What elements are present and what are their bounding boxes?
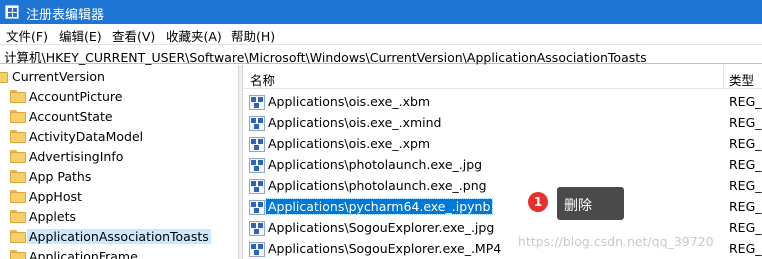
tree-item-label: AppHost — [29, 189, 82, 204]
list-item[interactable]: Applications\ois.exe_.xmind REG_ — [243, 113, 762, 134]
tree-item-applets[interactable]: Applets — [0, 207, 237, 227]
list-item[interactable]: Applications\ois.exe_.xbm REG_ — [243, 92, 762, 113]
folder-open-icon — [0, 70, 8, 83]
folder-icon — [10, 210, 26, 223]
tree-item-label: Applets — [29, 209, 76, 224]
value-name: Applications\ois.exe_.xpm — [268, 136, 431, 151]
tree-item-label: ActivityDataModel — [29, 129, 144, 144]
folder-icon — [10, 150, 26, 163]
tree-item-label: AccountPicture — [29, 89, 123, 104]
list-item[interactable]: Applications\photolaunch.exe_.png REG_ — [243, 176, 762, 197]
delete-tooltip-label: 删除 — [564, 198, 592, 214]
value-type: REG_ — [729, 199, 762, 214]
menu-bar: 文件(F) 编辑(E) 查看(V) 收藏夹(A) 帮助(H) — [0, 24, 762, 44]
list-item[interactable]: Applications\ois.exe_.xpm REG_ — [243, 134, 762, 155]
value-name: Applications\photolaunch.exe_.png — [268, 178, 487, 193]
window-title: 注册表编辑器 — [26, 8, 105, 23]
value-type: REG_ — [729, 220, 762, 235]
registry-value-icon — [249, 221, 265, 236]
menu-view[interactable]: 查看(V) — [112, 26, 155, 45]
value-type: REG_ — [729, 241, 762, 256]
value-name: Applications\SogouExplorer.exe_.MP4 — [268, 241, 502, 256]
watermark: https://blog.csdn.net/qq_39720 — [518, 234, 714, 249]
address-bar[interactable]: 计算机\HKEY_CURRENT_USER\Software\Microsoft… — [0, 44, 762, 66]
list-item-selected[interactable]: Applications\pycharm64.exe_.ipynb REG_ — [243, 197, 762, 218]
folder-icon — [10, 110, 26, 123]
title-bar: 注册表编辑器 — [0, 0, 762, 24]
menu-favorites[interactable]: 收藏夹(A) — [166, 26, 222, 45]
menu-file[interactable]: 文件(F) — [6, 26, 48, 45]
value-type: REG_ — [729, 115, 762, 130]
delete-tooltip[interactable]: 删除 — [557, 187, 624, 220]
folder-icon — [10, 90, 26, 103]
value-name: Applications\pycharm64.exe_.ipynb — [264, 198, 494, 215]
tree-item-label: AccountState — [29, 109, 113, 124]
tree-item-app-paths[interactable]: App Paths — [0, 167, 237, 187]
tree-item-currentversion[interactable]: CurrentVersion — [0, 67, 237, 87]
menu-edit[interactable]: 编辑(E) — [59, 26, 102, 45]
list-item[interactable]: Applications\photolaunch.exe_.jpg REG_ — [243, 155, 762, 176]
folder-icon — [10, 190, 26, 203]
tree-item-advertisinginfo[interactable]: AdvertisingInfo — [0, 147, 237, 167]
value-name: Applications\photolaunch.exe_.jpg — [268, 157, 483, 172]
registry-value-icon — [249, 137, 265, 152]
value-name: Applications\ois.exe_.xbm — [268, 94, 431, 109]
column-header-name[interactable]: 名称 — [250, 70, 275, 89]
list-header: 名称 类型 — [243, 65, 762, 89]
regedit-icon — [5, 5, 19, 19]
value-type: REG_ — [729, 157, 762, 172]
tree-item-label: AdvertisingInfo — [29, 149, 124, 164]
folder-icon — [10, 130, 26, 143]
registry-value-icon — [249, 179, 265, 194]
value-name: Applications\ois.exe_.xmind — [268, 115, 442, 130]
value-type: REG_ — [729, 136, 762, 151]
menu-help[interactable]: 帮助(H) — [231, 26, 275, 45]
value-type: REG_ — [729, 94, 762, 109]
tree-item-accountpicture[interactable]: AccountPicture — [0, 87, 237, 107]
registry-value-icon — [249, 200, 265, 215]
column-header-type[interactable]: 类型 — [729, 70, 754, 89]
value-list[interactable]: 名称 类型 Applications\ois.exe_.xbm REG_ App… — [243, 65, 762, 259]
tree-item-label: ApplicationAssociationToasts — [27, 229, 211, 244]
tree-item-accountstate[interactable]: AccountState — [0, 107, 237, 127]
registry-tree[interactable]: CurrentVersion AccountPicture AccountSta… — [0, 65, 237, 259]
tree-item-label: App Paths — [29, 169, 92, 184]
tree-item-activitydatamodel[interactable]: ActivityDataModel — [0, 127, 237, 147]
registry-value-icon — [249, 242, 265, 257]
folder-icon — [10, 230, 26, 243]
registry-value-icon — [249, 158, 265, 173]
column-divider[interactable] — [723, 65, 724, 89]
registry-value-icon — [249, 116, 265, 131]
tree-item-apphost[interactable]: AppHost — [0, 187, 237, 207]
tree-item-applicationassociationtoasts[interactable]: ApplicationAssociationToasts — [0, 227, 237, 247]
registry-value-icon — [249, 95, 265, 110]
step-badge: 1 — [528, 192, 548, 212]
tree-item-label: CurrentVersion — [12, 69, 105, 84]
address-path[interactable]: 计算机\HKEY_CURRENT_USER\Software\Microsoft… — [4, 47, 647, 66]
value-type: REG_ — [729, 178, 762, 193]
tree-item-label: ApplicationFrame — [29, 249, 138, 259]
value-name: Applications\SogouExplorer.exe_.jpg — [268, 220, 495, 235]
folder-icon — [10, 250, 26, 259]
folder-icon — [10, 170, 26, 183]
tree-item-applicationframe[interactable]: ApplicationFrame — [0, 247, 237, 259]
